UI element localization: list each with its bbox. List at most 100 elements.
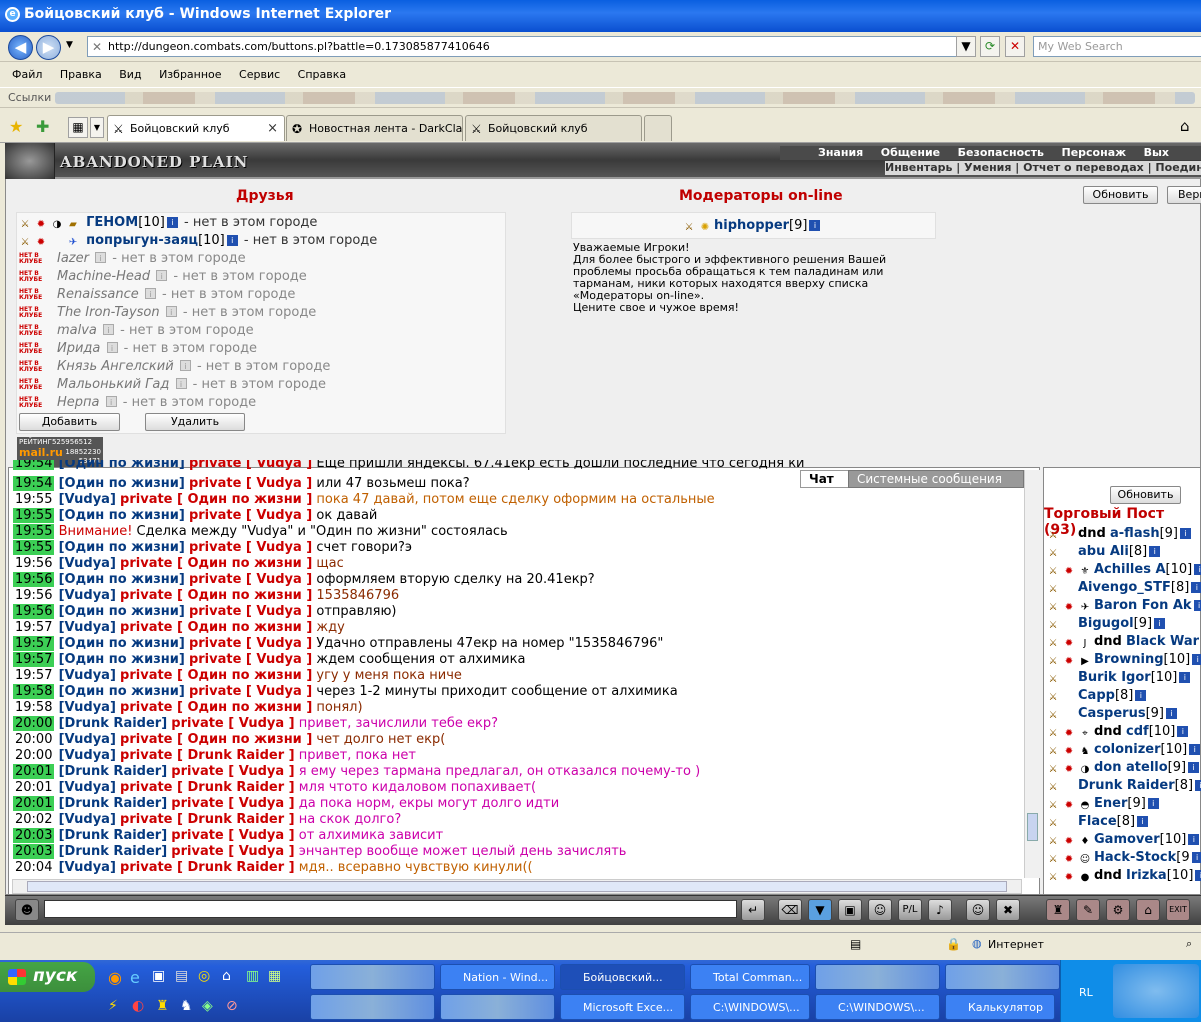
chat-time[interactable]: 19:56 — [13, 572, 55, 587]
info-icon[interactable]: i — [1180, 528, 1192, 539]
save-log-icon[interactable]: ▣ — [838, 899, 862, 921]
chat-private-target[interactable]: private [ Vudya ] — [189, 508, 312, 523]
add-friend-button[interactable]: Добавить — [19, 413, 120, 431]
fight-icon[interactable]: ⚔ — [1046, 836, 1060, 848]
history-dropdown-icon[interactable]: ▼ — [66, 40, 73, 50]
chat-private-target[interactable]: private [ Vudya ] — [189, 476, 312, 491]
chat-time[interactable]: 19:56 — [13, 604, 55, 619]
trade-user-name[interactable]: Aivengo_STF — [1078, 580, 1171, 595]
desktop-icon[interactable]: ▣ — [152, 968, 165, 984]
chat-time[interactable]: 19:57 — [13, 668, 55, 683]
chat-sender[interactable]: [Vudya] — [59, 812, 116, 827]
taskbar-item[interactable]: C:\WINDOWS\... — [690, 994, 810, 1020]
fight-icon[interactable]: ⚔ — [1046, 620, 1060, 632]
refresh-friends-button[interactable]: Обновить — [1083, 186, 1158, 204]
home-icon[interactable]: ⌂ — [1180, 117, 1190, 135]
app-icon[interactable]: ◈ — [202, 998, 213, 1014]
fight-icon[interactable]: ⚔ — [18, 219, 32, 231]
app-icon[interactable]: ◐ — [132, 998, 144, 1014]
info-icon[interactable]: i — [1191, 582, 1201, 593]
sound-icon[interactable]: ♪ — [928, 899, 952, 921]
fight-icon[interactable]: ⚔ — [1046, 530, 1060, 542]
fight-icon[interactable]: ⚔ — [1046, 782, 1060, 794]
friend-name[interactable]: Мальонький Гад — [57, 377, 169, 392]
eraser-icon[interactable]: ⌫ — [778, 899, 802, 921]
favorites-star-icon[interactable]: ★ — [9, 117, 23, 136]
chat-private-target[interactable]: private [ Один по жизни ] — [120, 620, 312, 635]
chat-sender[interactable]: [Один по жизни] — [59, 460, 185, 470]
trade-user-name[interactable]: Burik Igor — [1078, 670, 1151, 685]
nav-exit[interactable]: Вых — [1144, 146, 1169, 159]
chat-private-target[interactable]: private [ Vudya ] — [171, 796, 294, 811]
info-icon[interactable]: i — [1193, 600, 1201, 611]
chat-time[interactable]: 19:55 — [13, 508, 55, 523]
chat-private-target[interactable]: private [ Vudya ] — [189, 684, 312, 699]
fight-icon[interactable]: ⚔ — [1046, 548, 1060, 560]
trade-user-name[interactable]: Irizka — [1126, 868, 1167, 883]
trade-user-name[interactable]: Flace — [1078, 814, 1117, 829]
chat-sender[interactable]: [Drunk Raider] — [59, 844, 168, 859]
chat-sender[interactable]: [Один по жизни] — [59, 540, 185, 555]
chat-sender[interactable]: [Vudya] — [59, 700, 116, 715]
menu-favorites[interactable]: Избранное — [159, 68, 221, 81]
trade-user-name[interactable]: Hack-Stock — [1094, 850, 1176, 865]
info-icon[interactable]: i — [166, 217, 178, 228]
fight-icon[interactable]: ⚔ — [1046, 584, 1060, 596]
firefox-icon[interactable]: ◉ — [108, 968, 122, 987]
fight-icon[interactable]: ⚔ — [1046, 656, 1060, 668]
trade-user-name[interactable]: Baron Fon Ak — [1094, 598, 1192, 613]
trade-user-name[interactable]: Browning — [1094, 652, 1164, 667]
fight-icon[interactable]: ⚔ — [682, 222, 696, 234]
taskbar-item[interactable]: Калькулятор — [945, 994, 1055, 1020]
info-icon[interactable]: i — [106, 342, 118, 353]
chat-sender[interactable]: [Drunk Raider] — [59, 828, 168, 843]
chat-sender[interactable]: [Vudya] — [59, 732, 116, 747]
fight-icon[interactable]: ⚔ — [1046, 800, 1060, 812]
taskbar-item[interactable]: C:\WINDOWS\... — [815, 994, 940, 1020]
address-input[interactable]: ✕ http://dungeon.combats.com/buttons.pl?… — [87, 36, 974, 57]
fight-icon[interactable]: ⚔ — [1046, 854, 1060, 866]
info-icon[interactable]: i — [95, 252, 107, 263]
chat-sender[interactable]: [Один по жизни] — [59, 684, 185, 699]
chat-private-target[interactable]: private [ Один по жизни ] — [120, 588, 312, 603]
chat-time[interactable]: 20:04 — [13, 860, 55, 875]
taskbar-item-blurred[interactable] — [945, 964, 1060, 990]
tab-list-icon[interactable]: ▼ — [90, 117, 104, 138]
chat-sender[interactable]: [Vudya] — [59, 748, 116, 763]
chat-time[interactable]: 19:57 — [13, 636, 55, 651]
chat-sender[interactable]: [Один по жизни] — [59, 636, 185, 651]
trade-user-name[interactable]: don atello — [1094, 760, 1168, 775]
tab-combats-2[interactable]: ⚔ Бойцовский клуб — [465, 115, 642, 141]
chat-sender[interactable]: [Vudya] — [59, 668, 116, 683]
zoom-icon[interactable]: ⌕ — [1186, 937, 1192, 951]
chat-private-target[interactable]: private [ Один по жизни ] — [120, 700, 312, 715]
trade-user-name[interactable]: Achilles A — [1094, 562, 1166, 577]
nav-communication[interactable]: Общение — [881, 146, 940, 159]
taskbar-item[interactable]: Nation - Wind... — [440, 964, 555, 990]
tab-system-messages[interactable]: Системные сообщения — [848, 470, 1024, 488]
chat-private-target[interactable]: private [ Один по жизни ] — [120, 668, 312, 683]
walk-icon[interactable]: ☺ — [868, 899, 892, 921]
chat-sender[interactable]: [Drunk Raider] — [59, 764, 168, 779]
chat-time[interactable]: 20:03 — [13, 828, 55, 843]
info-icon[interactable]: i — [1179, 672, 1191, 683]
app-icon[interactable]: ▦ — [268, 968, 281, 984]
stop-icon[interactable]: ✕ — [1005, 36, 1025, 57]
chat-sender[interactable]: [Vudya] — [59, 780, 116, 795]
info-icon[interactable]: i — [1135, 690, 1147, 701]
chat-time[interactable]: 19:58 — [13, 684, 55, 699]
chat-sender[interactable]: [Vudya] — [59, 588, 116, 603]
info-icon[interactable]: i — [179, 360, 191, 371]
friend-name[interactable]: Ирида — [57, 341, 100, 356]
fight-icon[interactable]: ⚔ — [1046, 872, 1060, 884]
info-icon[interactable]: i — [103, 324, 115, 335]
chat-private-target[interactable]: private [ Vudya ] — [171, 844, 294, 859]
chat-sender[interactable]: [Vudya] — [59, 492, 116, 507]
chat-sender[interactable]: [Один по жизни] — [59, 652, 185, 667]
nav-knowledge[interactable]: Знания — [818, 146, 863, 159]
chat-input[interactable] — [44, 900, 737, 918]
tab-darkclan[interactable]: ✪ Новостная лента - DarkClan — [286, 115, 463, 141]
scroll-thumb[interactable] — [1027, 813, 1038, 841]
chat-time[interactable]: 20:00 — [13, 732, 55, 747]
info-icon[interactable]: i — [1166, 708, 1177, 719]
